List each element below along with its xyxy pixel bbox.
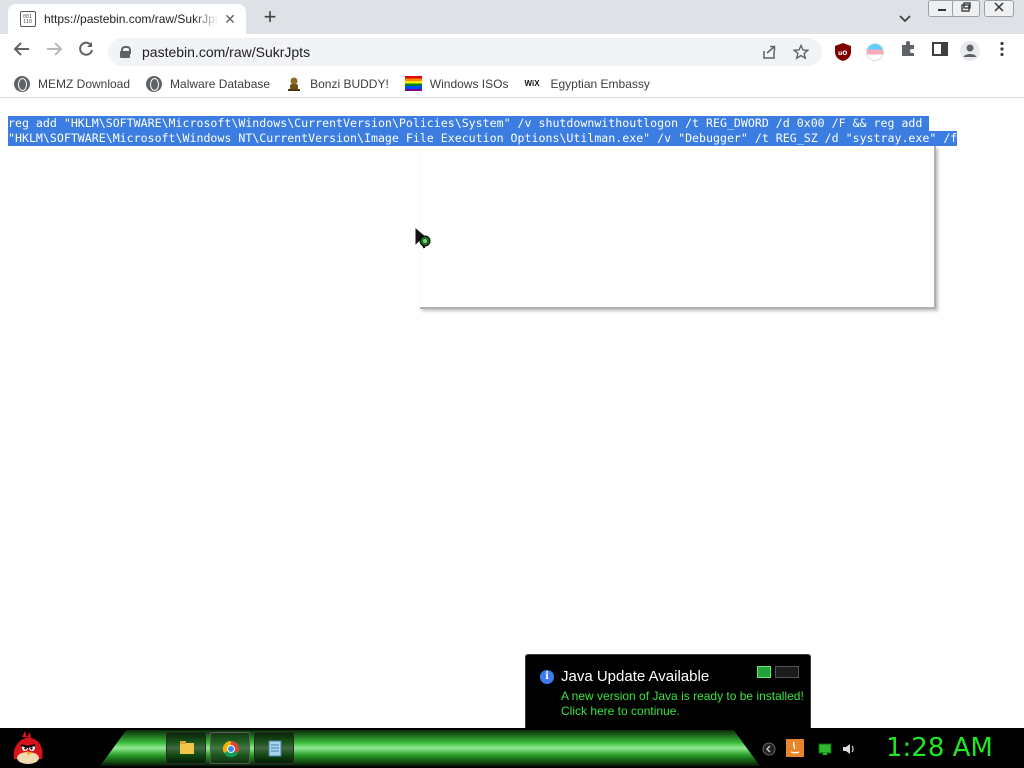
- notification-title: Java Update Available: [561, 668, 710, 685]
- bookmark-memz-download[interactable]: MEMZ Download: [14, 75, 131, 92]
- lock-icon[interactable]: [120, 46, 131, 58]
- forward-arrow-icon[interactable]: [42, 40, 66, 64]
- address-bar[interactable]: pastebin.com/raw/SukrJpts: [108, 38, 822, 66]
- browser-tabstrip: 001 110 https://pastebin.com/raw/SukrJpts…: [0, 0, 1024, 34]
- wix-icon: WiX: [524, 78, 540, 88]
- svg-text:110: 110: [23, 19, 32, 25]
- bookmark-label: Egyptian Embassy: [550, 76, 650, 91]
- tab-title: https://pastebin.com/raw/SukrJpts: [44, 12, 219, 26]
- mouse-cursor-icon: [414, 225, 434, 252]
- desktop: 001 110 https://pastebin.com/raw/SukrJpts…: [0, 0, 1024, 768]
- bookmark-malware-database[interactable]: Malware Database: [146, 75, 271, 92]
- notification-close-button[interactable]: [775, 666, 799, 678]
- rainbow-icon: [404, 76, 422, 91]
- svg-text:uO: uO: [838, 50, 847, 57]
- bookmarks-bar: MEMZ Download Malware Database Bonzi BUD…: [0, 70, 1024, 98]
- profile-avatar-icon[interactable]: [958, 40, 982, 64]
- taskbar-clock[interactable]: 1:28 AM: [886, 733, 993, 763]
- extensions-puzzle-icon[interactable]: [896, 40, 920, 64]
- side-panel-icon[interactable]: [928, 40, 952, 64]
- browser-toolbar: pastebin.com/raw/SukrJpts uO: [0, 34, 1024, 70]
- ublock-origin-icon[interactable]: uO: [834, 42, 852, 61]
- bonzi-icon: [286, 76, 302, 92]
- globe-icon: [146, 75, 163, 92]
- restore-button[interactable]: [952, 0, 980, 17]
- pastebin-favicon-icon: 001 110: [20, 11, 36, 27]
- close-window-button[interactable]: [984, 0, 1014, 17]
- code-line-1[interactable]: reg add "HKLM\SOFTWARE\Microsoft\Windows…: [8, 116, 930, 131]
- bookmark-egyptian-embassy[interactable]: WiX Egyptian Embassy: [524, 76, 649, 92]
- taskbar: 1:28 AM: [0, 728, 1024, 768]
- java-update-notification[interactable]: i Java Update Available A new version of…: [525, 654, 811, 730]
- bookmark-label: Malware Database: [170, 76, 271, 91]
- flag-extension-icon[interactable]: [866, 43, 884, 61]
- share-icon[interactable]: [760, 44, 778, 62]
- bookmark-label: Bonzi BUDDY!: [310, 76, 389, 91]
- notification-message: A new version of Java is ready to be ins…: [561, 689, 804, 703]
- bookmark-label: MEMZ Download: [38, 76, 131, 91]
- notification-link[interactable]: Click here to continue.: [561, 704, 680, 718]
- back-arrow-icon[interactable]: [10, 40, 34, 64]
- bookmark-label: Windows ISOs: [429, 76, 509, 91]
- java-tray-icon[interactable]: [786, 739, 804, 757]
- tab-search-chevron-icon[interactable]: [895, 8, 915, 28]
- network-icon[interactable]: [818, 742, 832, 756]
- volume-icon[interactable]: [842, 742, 856, 756]
- taskbar-notepad[interactable]: [254, 732, 294, 764]
- notification-options-icon[interactable]: [757, 666, 771, 678]
- tray-expand-icon[interactable]: [762, 742, 776, 756]
- browser-tab[interactable]: 001 110 https://pastebin.com/raw/SukrJpts…: [8, 4, 246, 34]
- taskbar-chrome[interactable]: [210, 732, 250, 764]
- page-content: reg add "HKLM\SOFTWARE\Microsoft\Windows…: [0, 98, 1024, 728]
- code-line-2[interactable]: "HKLM\SOFTWARE\Microsoft\Windows NT\Curr…: [8, 131, 958, 146]
- ghost-window-frame: [420, 146, 936, 309]
- bookmark-star-icon[interactable]: [792, 43, 810, 62]
- menu-kebab-icon[interactable]: [990, 40, 1014, 64]
- bookmark-windows-isos[interactable]: Windows ISOs: [404, 76, 509, 91]
- info-icon: i: [540, 670, 554, 684]
- globe-icon: [14, 75, 30, 92]
- start-button-angry-bird-icon[interactable]: [8, 729, 48, 767]
- url-text[interactable]: pastebin.com/raw/SukrJpts: [142, 44, 310, 60]
- reload-icon[interactable]: [74, 40, 98, 64]
- taskbar-file-explorer[interactable]: [166, 732, 206, 764]
- new-tab-button[interactable]: +: [258, 6, 282, 30]
- tab-close-icon[interactable]: ✕: [222, 11, 238, 27]
- bookmark-bonzi-buddy[interactable]: Bonzi BUDDY!: [286, 76, 389, 92]
